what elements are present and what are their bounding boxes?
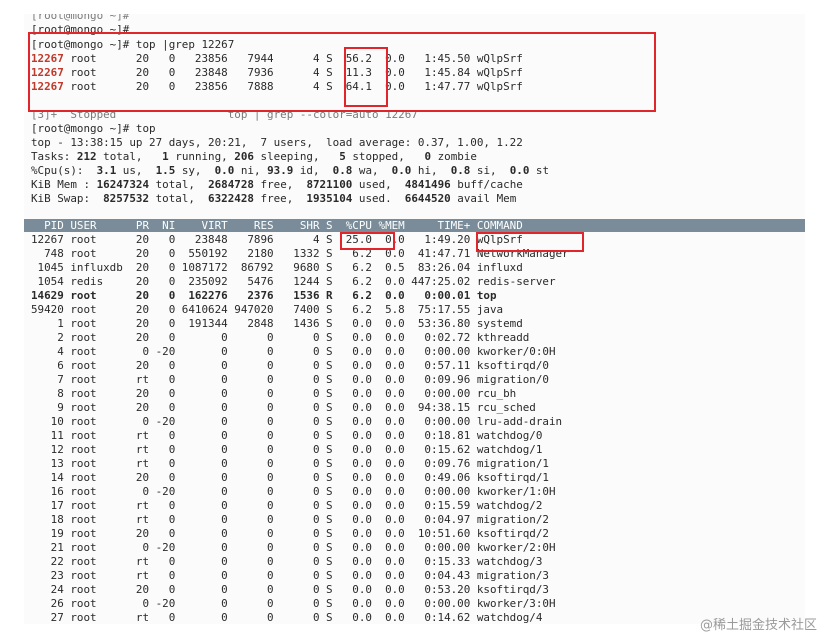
grep-result-row: 12267 root 20 0 23856 7888 4 S 64.1 0.0 … xyxy=(31,80,523,94)
process-row: 26 root 0 -20 0 0 0 S 0.0 0.0 0:00.00 kw… xyxy=(31,597,556,610)
cpu-text: us, xyxy=(116,164,156,177)
mem-used: 8721100 xyxy=(306,178,353,191)
cpu-ni: 0.0 xyxy=(214,164,235,177)
process-row: 14 root 20 0 0 0 0 S 0.0 0.0 0:49.06 kso… xyxy=(31,471,549,484)
memory-summary: KiB Mem : 16247324 total, 2684728 free, … xyxy=(31,178,523,192)
grep-row-rest: root 20 0 23856 7888 4 S 64.1 0.0 1:47.7… xyxy=(63,80,523,93)
process-row: 9 root 20 0 0 0 0 S 0.0 0.0 94:38.15 rcu… xyxy=(31,401,536,414)
process-row: 748 root 20 0 550192 2180 1332 S 6.2 0.0… xyxy=(31,247,569,260)
grep-row-rest: root 20 0 23848 7936 4 S 11.3 0.0 1:45.8… xyxy=(63,66,523,79)
mem-free: 2684728 xyxy=(208,178,254,191)
mem-text: buff/cache xyxy=(450,178,523,191)
site-watermark: @稀土掘金技术社区 xyxy=(699,618,817,633)
tasks-text: total, xyxy=(96,150,163,163)
mem-text: total, xyxy=(149,178,209,191)
tasks-text: stopped, xyxy=(345,150,425,163)
process-table-header: PID USER PR NI VIRT RES SHR S %CPU %MEM … xyxy=(31,219,523,232)
process-row: 1045 influxdb 20 0 1087172 86792 9680 S … xyxy=(31,261,523,274)
cpu-summary: %Cpu(s): 3.1 us, 1.5 sy, 0.0 ni, 93.9 id… xyxy=(31,164,549,178)
process-row: 21 root 0 -20 0 0 0 S 0.0 0.0 0:00.00 kw… xyxy=(31,541,556,554)
tasks-total: 212 xyxy=(76,150,97,163)
prompt-line-1: [root@mongo ~]# xyxy=(31,14,130,22)
stopped-job-line: [3]+ Stopped top | grep --color=auto 122… xyxy=(31,108,418,121)
process-row: 17 root rt 0 0 0 0 S 0.0 0.0 0:15.59 wat… xyxy=(31,499,543,512)
process-row: 10 root 0 -20 0 0 0 S 0.0 0.0 0:00.00 lr… xyxy=(31,415,563,428)
cpu-text: ni, xyxy=(234,164,268,177)
tasks-sleeping: 206 xyxy=(234,150,254,163)
process-row: 6 root 20 0 0 0 0 S 0.0 0.0 0:57.11 ksof… xyxy=(31,359,549,372)
cpu-text: id, xyxy=(293,164,333,177)
cpu-text: si, xyxy=(470,164,510,177)
process-row: 12267 root 20 0 23848 7896 4 S 25.0 0.0 … xyxy=(31,233,523,246)
process-row: 1054 redis 20 0 235092 5476 1244 S 6.2 0… xyxy=(31,275,556,288)
cpu-label: %Cpu(s): xyxy=(31,164,97,177)
cpu-sy: 1.5 xyxy=(155,164,176,177)
process-row: 11 root rt 0 0 0 0 S 0.0 0.0 0:18.81 wat… xyxy=(31,429,543,442)
process-row: 23 root rt 0 0 0 0 S 0.0 0.0 0:04.43 mig… xyxy=(31,569,549,582)
process-row: 14629 root 20 0 162276 2376 1536 R 6.2 0… xyxy=(31,289,497,302)
swap-summary: KiB Swap: 8257532 total, 6322428 free, 1… xyxy=(31,192,516,206)
swap-used: 1935104 xyxy=(306,192,353,205)
swap-text: free, xyxy=(253,192,307,205)
pid-value: 12267 xyxy=(31,66,64,79)
mem-label: KiB Mem : xyxy=(31,178,97,191)
pid-value: 12267 xyxy=(31,80,64,93)
grep-row-rest: root 20 0 23856 7944 4 S 56.2 0.0 1:45.5… xyxy=(63,52,523,65)
terminal-window[interactable]: [root@mongo ~]# [root@mongo ~]# [root@mo… xyxy=(24,14,805,624)
grep-command-line: [root@mongo ~]# top |grep 12267 xyxy=(31,38,235,51)
cpu-text: st xyxy=(529,164,550,177)
process-row: 12 root rt 0 0 0 0 S 0.0 0.0 0:15.62 wat… xyxy=(31,443,543,456)
process-row: 16 root 0 -20 0 0 0 S 0.0 0.0 0:00.00 kw… xyxy=(31,485,556,498)
mem-total: 16247324 xyxy=(96,178,150,191)
swap-free: 6322428 xyxy=(208,192,254,205)
cpu-text: hi, xyxy=(411,164,451,177)
process-row: 4 root 0 -20 0 0 0 S 0.0 0.0 0:00.00 kwo… xyxy=(31,345,556,358)
cpu-st: 0.0 xyxy=(509,164,530,177)
swap-label: KiB Swap: xyxy=(31,192,104,205)
mem-cache: 4841496 xyxy=(404,178,451,191)
mem-text: used, xyxy=(352,178,405,191)
tasks-text: running, xyxy=(168,150,235,163)
grep-result-row: 12267 root 20 0 23856 7944 4 S 56.2 0.0 … xyxy=(31,52,523,66)
cpu-si: 0.8 xyxy=(450,164,471,177)
swap-text: total, xyxy=(149,192,209,205)
process-row: 22 root rt 0 0 0 0 S 0.0 0.0 0:15.33 wat… xyxy=(31,555,543,568)
process-row: 18 root rt 0 0 0 0 S 0.0 0.0 0:04.97 mig… xyxy=(31,513,549,526)
process-row: 24 root 20 0 0 0 0 S 0.0 0.0 0:53.20 kso… xyxy=(31,583,549,596)
cpu-us: 3.1 xyxy=(96,164,117,177)
process-row: 27 root rt 0 0 0 0 S 0.0 0.0 0:14.62 wat… xyxy=(31,611,543,624)
tasks-text: zombie xyxy=(431,150,477,163)
tasks-summary: Tasks: 212 total, 1 running, 206 sleepin… xyxy=(31,150,477,164)
cpu-text: wa, xyxy=(352,164,392,177)
process-row: 1 root 20 0 191344 2848 1436 S 0.0 0.0 5… xyxy=(31,317,523,330)
process-row: 2 root 20 0 0 0 0 S 0.0 0.0 0:02.72 kthr… xyxy=(31,331,530,344)
mem-text: free, xyxy=(253,178,307,191)
swap-text: used. xyxy=(352,192,405,205)
tasks-text: sleeping, xyxy=(253,150,340,163)
cpu-text: sy, xyxy=(175,164,215,177)
swap-avail: 6644520 xyxy=(404,192,451,205)
grep-result-row: 12267 root 20 0 23848 7936 4 S 11.3 0.0 … xyxy=(31,66,523,80)
uptime-summary: top - 13:38:15 up 27 days, 20:21, 7 user… xyxy=(31,136,523,149)
process-row: 19 root 20 0 0 0 0 S 0.0 0.0 10:51.60 ks… xyxy=(31,527,549,540)
process-row: 8 root 20 0 0 0 0 S 0.0 0.0 0:00.00 rcu_… xyxy=(31,387,517,400)
swap-text: avail Mem xyxy=(450,192,517,205)
pid-value: 12267 xyxy=(31,52,64,65)
cpu-wa: 0.8 xyxy=(332,164,353,177)
swap-total: 8257532 xyxy=(103,192,150,205)
cpu-hi: 0.0 xyxy=(391,164,412,177)
tasks-label: Tasks: xyxy=(31,150,77,163)
process-row: 13 root rt 0 0 0 0 S 0.0 0.0 0:09.76 mig… xyxy=(31,457,549,470)
cpu-id: 93.9 xyxy=(267,164,294,177)
process-row: 7 root rt 0 0 0 0 S 0.0 0.0 0:09.96 migr… xyxy=(31,373,549,386)
process-row: 59420 root 20 0 6410624 947020 7400 S 6.… xyxy=(31,303,504,316)
top-command-line: [root@mongo ~]# top xyxy=(31,122,156,135)
prompt-line-2: [root@mongo ~]# xyxy=(31,23,130,36)
